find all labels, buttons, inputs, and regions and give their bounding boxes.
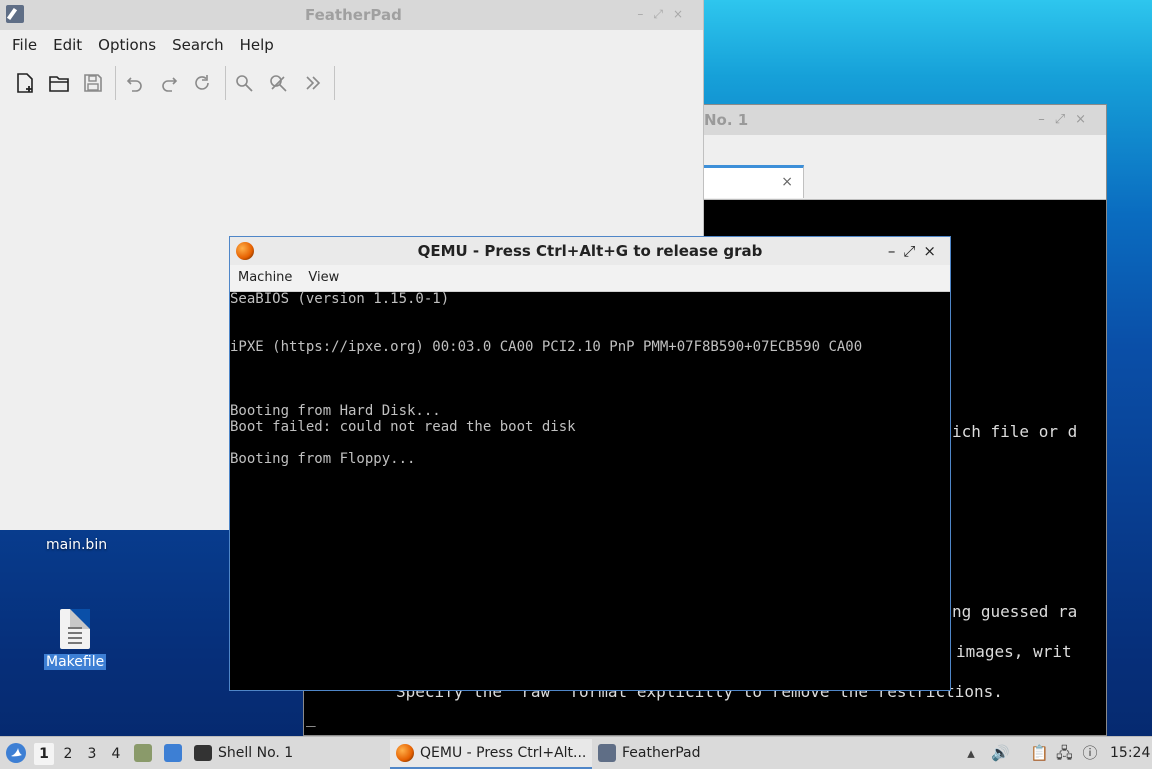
workspace-2[interactable]: 2 [58,743,78,765]
featherpad-menubar: File Edit Options Search Help [0,30,703,60]
qemu-vm-display[interactable]: SeaBIOS (version 1.15.0-1) iPXE (https:/… [230,291,950,690]
menu-machine[interactable]: Machine [230,265,300,291]
featherpad-title: FeatherPad [305,6,402,24]
file-manager-launcher-icon[interactable] [134,737,152,769]
vm-console-line: iPXE (https://ipxe.org) 00:03.0 CA00 PCI… [230,339,863,355]
minimize-icon[interactable]: – [888,242,904,260]
featherpad-window-buttons[interactable]: –⤢× [637,7,693,22]
makefile-file-icon[interactable] [60,609,90,649]
vm-console-line: Booting from Hard Disk... [230,403,441,419]
clipboard-icon[interactable]: 📋 [1030,745,1049,761]
menu-options[interactable]: Options [90,30,164,60]
maximize-icon[interactable]: ⤢ [1055,112,1075,127]
vm-console-line: Booting from Floppy... [230,451,416,467]
desktop-icon-label-main-bin[interactable]: main.bin [46,537,107,553]
desktop-icon-label-makefile[interactable]: Makefile [44,654,107,670]
show-desktop-icon[interactable] [164,737,182,769]
qemu-window-buttons[interactable]: –⤢× [888,242,944,260]
terminal-icon [194,745,212,761]
terminal-line: images, writ [956,642,1072,661]
menu-file[interactable]: File [4,30,45,60]
qemu-logo-icon [396,744,414,762]
replace-icon[interactable] [264,68,294,98]
task-qemu[interactable]: QEMU - Press Ctrl+Alt... [390,739,593,769]
clock[interactable]: 15:24 [1110,737,1150,769]
close-icon[interactable]: × [673,7,693,21]
find-icon[interactable] [229,68,259,98]
featherpad-app-icon [6,5,24,23]
qemu-titlebar[interactable]: QEMU - Press Ctrl+Alt+G to release grab … [230,237,950,265]
task-label: FeatherPad [622,745,701,761]
tab-close-icon[interactable]: × [781,174,793,190]
shell-tab[interactable]: × [704,165,804,198]
featherpad-titlebar[interactable]: FeatherPad –⤢× [0,0,703,30]
shell-title: No. 1 [704,111,749,129]
terminal-line: ich file or d [952,422,1078,441]
task-label: Shell No. 1 [218,745,294,761]
terminal-cursor: _ [306,708,316,727]
minimize-icon[interactable]: – [1038,112,1055,127]
close-icon[interactable]: × [1075,112,1096,127]
update-notifier-icon[interactable]: ⓘ [1082,745,1098,761]
qemu-menubar: Machine View [230,265,950,292]
task-label: QEMU - Press Ctrl+Alt... [420,745,587,761]
qemu-title: QEMU - Press Ctrl+Alt+G to release grab [417,242,763,260]
maximize-icon[interactable]: ⤢ [653,7,673,21]
start-menu-button[interactable] [5,737,27,769]
menu-edit[interactable]: Edit [45,30,90,60]
undo-icon[interactable] [120,68,150,98]
menu-view[interactable]: View [300,265,347,291]
volume-icon[interactable]: 🔊 [991,745,1010,761]
featherpad-toolbar [0,60,703,105]
open-folder-icon[interactable] [44,68,74,98]
minimize-icon[interactable]: – [637,7,653,21]
reload-icon[interactable] [187,68,217,98]
vm-console-line: Boot failed: could not read the boot dis… [230,419,576,435]
maximize-icon[interactable]: ⤢ [903,242,923,260]
save-icon[interactable] [78,68,108,98]
network-icon[interactable]: 🖧 [1056,745,1073,761]
workspace-4[interactable]: 4 [106,743,126,765]
featherpad-app-icon [598,744,616,762]
task-featherpad[interactable]: FeatherPad [598,739,701,767]
terminal-line: ng guessed ra [952,602,1078,621]
task-shell[interactable]: Shell No. 1 [194,739,293,767]
close-icon[interactable]: × [923,242,944,260]
redo-icon[interactable] [154,68,184,98]
menu-help[interactable]: Help [232,30,282,60]
taskbar: 1 2 3 4 Shell No. 1 QEMU - Press Ctrl+Al… [0,736,1152,769]
vm-console-line: SeaBIOS (version 1.15.0-1) [230,291,450,307]
menu-search[interactable]: Search [164,30,232,60]
shell-window-buttons[interactable]: –⤢× [1038,112,1096,127]
workspace-3[interactable]: 3 [82,743,102,765]
workspace-1[interactable]: 1 [34,743,54,765]
more-icon[interactable] [298,68,328,98]
new-file-icon[interactable] [10,68,40,98]
tray-up-arrow-icon[interactable]: ▴ [963,745,979,761]
qemu-window[interactable]: QEMU - Press Ctrl+Alt+G to release grab … [229,236,951,691]
